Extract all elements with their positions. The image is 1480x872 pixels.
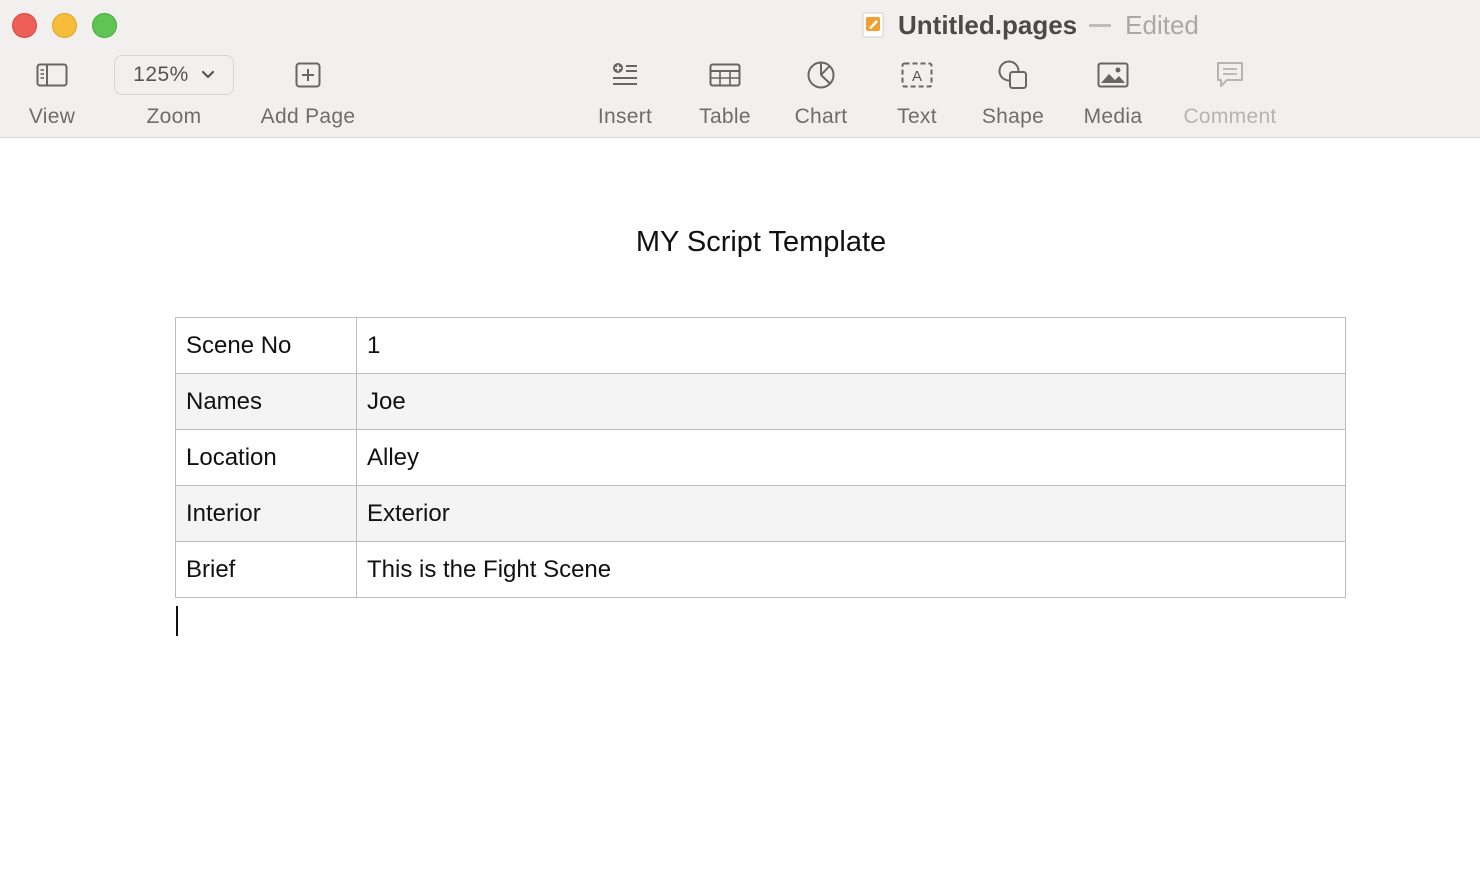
table-cell-value[interactable]: This is the Fight Scene	[356, 541, 1346, 598]
chart-button[interactable]: Chart	[788, 55, 854, 129]
media-label: Media	[1083, 105, 1143, 128]
table-row[interactable]: Scene No 1	[175, 317, 1346, 374]
media-button[interactable]: Media	[1078, 55, 1148, 129]
table-button[interactable]: Table	[692, 55, 758, 129]
add-page-button[interactable]: Add Page	[252, 55, 364, 129]
table-label: Table	[699, 105, 751, 128]
document-heading[interactable]: MY Script Template	[0, 226, 1480, 259]
table-cell-value[interactable]: Exterior	[356, 485, 1346, 542]
document-status: Edited	[1125, 9, 1199, 40]
comment-button[interactable]: Comment	[1178, 55, 1282, 129]
pie-chart-icon	[807, 61, 835, 89]
text-button[interactable]: A Text	[886, 55, 948, 129]
view-button[interactable]: View	[22, 55, 82, 129]
table-icon	[709, 63, 741, 87]
insert-label: Insert	[597, 105, 653, 128]
text-box-icon: A	[901, 62, 933, 88]
table-cell-key[interactable]: Location	[175, 429, 357, 486]
sidebar-icon	[36, 63, 68, 87]
text-label: Text	[897, 105, 937, 128]
shape-icon	[998, 60, 1027, 89]
insert-button[interactable]: Insert	[590, 55, 660, 129]
shape-button[interactable]: Shape	[977, 55, 1049, 129]
text-cursor	[176, 606, 178, 636]
table-cell-value[interactable]: 1	[356, 317, 1346, 374]
zoom-label: Zoom	[146, 105, 202, 128]
add-page-label: Add Page	[260, 105, 356, 128]
table-cell-key[interactable]: Brief	[175, 541, 357, 598]
table-row[interactable]: Names Joe	[175, 373, 1346, 430]
window-title: Untitled.pages Edited	[862, 8, 1199, 42]
chevron-down-icon	[201, 70, 214, 79]
table-row[interactable]: Brief This is the Fight Scene	[175, 541, 1346, 598]
zoom-value: 125%	[133, 63, 189, 86]
table-cell-value[interactable]: Joe	[356, 373, 1346, 430]
title-separator	[1089, 23, 1112, 27]
zoom-select[interactable]: 125%	[114, 55, 234, 95]
close-button[interactable]	[12, 13, 37, 38]
table-row[interactable]: Location Alley	[175, 429, 1346, 486]
comment-label: Comment	[1183, 105, 1277, 128]
document-title: Untitled.pages	[898, 9, 1078, 40]
plus-square-icon	[295, 62, 321, 88]
table-cell-key[interactable]: Interior	[175, 485, 357, 542]
shape-label: Shape	[981, 105, 1045, 128]
table-cell-key[interactable]: Scene No	[175, 317, 357, 374]
svg-text:A: A	[912, 68, 922, 85]
table-cell-value[interactable]: Alley	[356, 429, 1346, 486]
view-label: View	[28, 105, 76, 128]
toolbar: Untitled.pages Edited View 125% Zoom Add…	[0, 0, 1480, 138]
insert-list-icon	[613, 63, 637, 85]
table-cell-key[interactable]: Names	[175, 373, 357, 430]
pages-document-icon	[862, 12, 884, 38]
comment-icon	[1217, 62, 1243, 87]
image-icon	[1097, 62, 1129, 88]
script-table[interactable]: Scene No 1 Names Joe Location Alley Inte…	[175, 317, 1346, 598]
table-row[interactable]: Interior Exterior	[175, 485, 1346, 542]
zoom-menu[interactable]: 125% Zoom	[113, 55, 235, 129]
minimize-button[interactable]	[52, 13, 77, 38]
fullscreen-button[interactable]	[92, 13, 117, 38]
chart-label: Chart	[794, 105, 848, 128]
